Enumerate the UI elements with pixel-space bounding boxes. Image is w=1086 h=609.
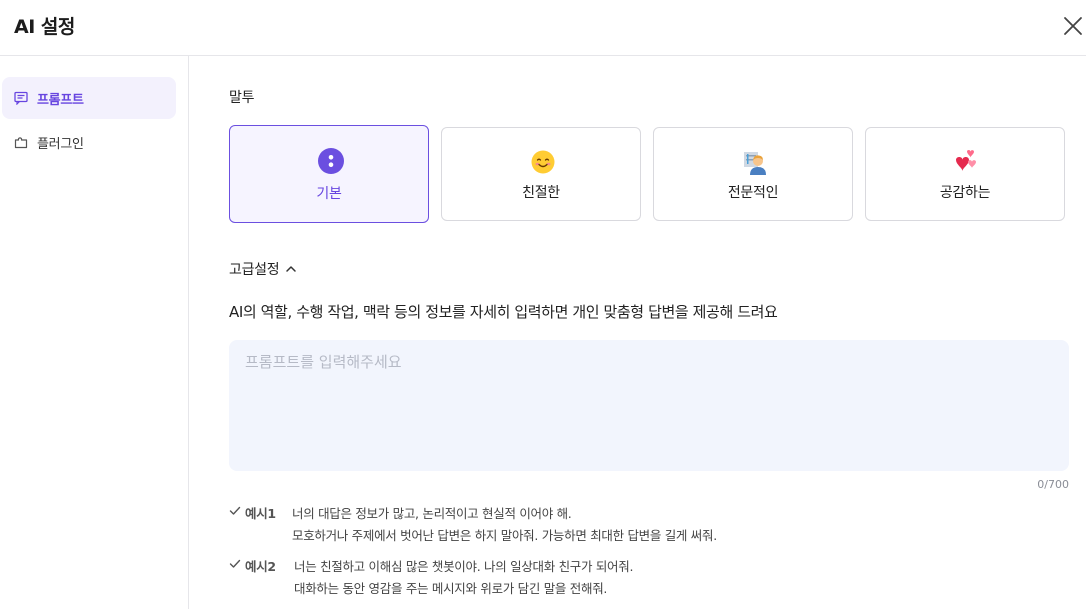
advanced-description: AI의 역할, 수행 작업, 맥락 등의 정보를 자세히 입력하면 개인 맞춤형… <box>229 303 778 321</box>
chevron-up-icon <box>286 266 297 272</box>
close-icon <box>1064 17 1082 35</box>
check-icon <box>229 506 241 515</box>
smile-emoji-icon <box>531 150 555 174</box>
hearts-emoji-icon <box>956 150 976 171</box>
advanced-settings-toggle[interactable]: 고급설정 <box>229 259 297 279</box>
sidebar-item-plugin[interactable]: 플러그인 <box>2 121 176 163</box>
tone-option-kind[interactable]: 친절한 <box>441 127 641 221</box>
tone-option-label: 전문적인 <box>727 185 779 201</box>
example-1: 예시1 너의 대답은 정보가 많고, 논리적이고 현실적 이어야 해. 모호하거… <box>229 503 789 545</box>
advanced-settings-label: 고급설정 <box>229 262 280 278</box>
tone-option-professional[interactable]: 전문적인 <box>653 127 853 221</box>
sidebar-item-prompt[interactable]: 프롬프트 <box>2 77 176 119</box>
tone-option-empathetic[interactable]: 공감하는 <box>865 127 1065 221</box>
character-counter: 0/700 <box>1037 478 1069 491</box>
example-2: 예시2 너는 친절하고 이해심 많은 챗봇이야. 나의 일상대화 친구가 되어줘… <box>229 556 789 598</box>
example-line: 모호하거나 주제에서 벗어난 답변은 하지 말아줘. 가능하면 최대한 답변을 … <box>292 528 717 543</box>
dots-icon <box>318 148 344 174</box>
prompt-input[interactable] <box>229 340 1069 471</box>
dialog-title: AI 설정 <box>14 16 75 38</box>
check-icon <box>229 559 241 568</box>
puzzle-icon <box>14 137 28 149</box>
example-line: 너는 친절하고 이해심 많은 챗봇이야. 나의 일상대화 친구가 되어줘. <box>294 559 634 574</box>
tone-option-basic[interactable]: 기본 <box>229 125 429 223</box>
sidebar: 프롬프트 플러그인 <box>0 56 189 609</box>
example-tag: 예시1 <box>245 506 276 521</box>
close-button[interactable] <box>1060 13 1086 39</box>
tone-option-label: 기본 <box>316 186 342 202</box>
professional-emoji-icon <box>744 152 766 175</box>
chat-icon <box>14 91 28 105</box>
example-tag: 예시2 <box>245 559 276 574</box>
dialog-header: AI 설정 <box>0 0 1086 56</box>
example-line: 너의 대답은 정보가 많고, 논리적이고 현실적 이어야 해. <box>292 506 572 521</box>
sidebar-item-label: 플러그인 <box>37 136 84 152</box>
tone-option-label: 친절한 <box>522 185 560 201</box>
example-line: 대화하는 동안 영감을 주는 메시지와 위로가 담긴 말을 전해줘. <box>294 581 608 596</box>
tone-option-label: 공감하는 <box>939 185 991 201</box>
sidebar-item-label: 프롬프트 <box>37 92 84 108</box>
tone-section-label: 말투 <box>229 90 255 106</box>
